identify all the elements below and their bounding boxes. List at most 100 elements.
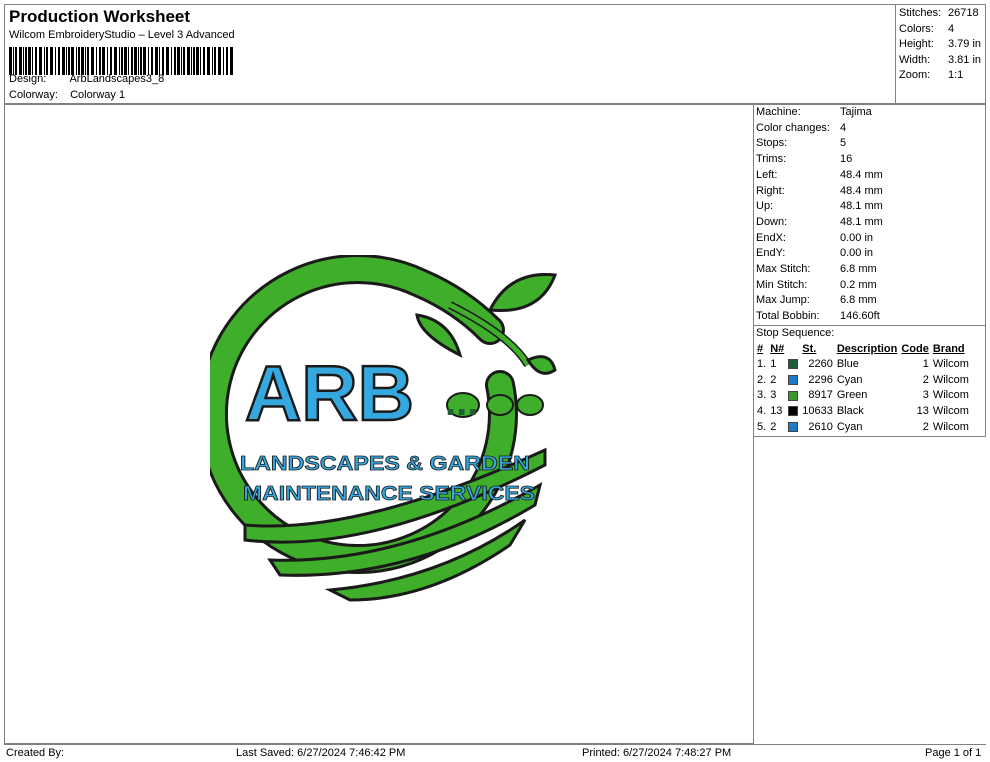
barcode-bar xyxy=(181,47,182,75)
needle-number: 1 xyxy=(770,357,777,370)
barcode-bar xyxy=(218,47,221,75)
barcode-bar xyxy=(151,47,153,75)
info-value: 4 xyxy=(840,121,847,134)
info-row-endx: EndX: 0.00 in xyxy=(756,231,873,247)
barcode-bar xyxy=(55,47,56,75)
divider xyxy=(754,325,985,326)
info-row-stops: Stops: 5 xyxy=(756,136,846,152)
color-description: Cyan xyxy=(836,421,863,434)
color-description: Green xyxy=(836,389,868,402)
tree-3 xyxy=(516,394,544,416)
barcode-bar xyxy=(91,47,94,75)
leaf-top xyxy=(487,272,558,313)
stop-sequence-table: # N# St. Description Code Brand 1. 1 2260 B… xyxy=(755,341,971,435)
barcode-bar xyxy=(32,47,33,75)
stitch-count: 10633 xyxy=(802,405,833,418)
barcode-bar xyxy=(177,47,180,75)
barcode-bar xyxy=(230,47,233,75)
barcode-bar xyxy=(110,47,112,75)
info-value: 0.2 mm xyxy=(840,278,877,291)
summary-value: 26718 xyxy=(948,7,979,19)
barcode-bar xyxy=(200,47,201,75)
barcode-bar xyxy=(174,47,176,75)
info-label: Right: xyxy=(756,184,785,197)
info-label: Down: xyxy=(756,215,788,228)
info-value: 6.8 mm xyxy=(840,294,877,307)
info-label: Stops: xyxy=(756,137,788,150)
barcode-bar xyxy=(50,47,53,75)
color-description: Black xyxy=(836,405,864,418)
leaf-left xyxy=(415,313,463,358)
summary-row-height: Height: 3.79 in xyxy=(899,37,984,53)
barcode-bar xyxy=(107,47,108,75)
barcode-bar xyxy=(46,47,48,75)
page-title: Production Worksheet xyxy=(9,7,191,26)
barcode-bar xyxy=(166,47,169,75)
info-row-machine: Machine: Tajima xyxy=(756,105,872,121)
needle-number: 13 xyxy=(770,405,783,418)
barcode-bar xyxy=(102,47,105,75)
summary-label: Stitches: xyxy=(899,7,942,19)
barcode-bar xyxy=(81,47,84,75)
barcode-bar xyxy=(96,47,97,75)
info-label: Max Jump: xyxy=(756,294,810,307)
barcode-bar xyxy=(223,47,224,75)
needle-number: 2 xyxy=(770,421,777,434)
info-value: 5 xyxy=(840,137,847,150)
info-label: Machine: xyxy=(756,106,801,118)
info-row-max-jump: Max Jump: 6.8 mm xyxy=(756,293,877,309)
info-label: EndX: xyxy=(756,231,786,244)
barcode-bar xyxy=(187,47,190,75)
machine-info-panel: Machine: Tajima Color changes: 4 Stops: 5 T… xyxy=(753,104,986,437)
summary-value: 4 xyxy=(948,22,955,35)
col-header-brand: Brand xyxy=(932,342,965,355)
info-row-color-changes: Color changes: 4 xyxy=(756,121,846,137)
color-swatch xyxy=(786,372,800,388)
color-swatch xyxy=(786,388,800,404)
info-row-right: Right: 48.4 mm xyxy=(756,184,883,200)
info-value: 0.00 in xyxy=(840,231,874,244)
col-header-index: # xyxy=(757,342,764,355)
barcode-bar xyxy=(87,47,89,75)
info-row-up: Up: 48.1 mm xyxy=(756,199,883,215)
barcode-bar xyxy=(19,47,22,75)
info-row-min-stitch: Min Stitch: 0.2 mm xyxy=(756,278,877,294)
barcode-bar xyxy=(226,47,228,75)
barcode-bar xyxy=(58,47,60,75)
barcode-bar xyxy=(23,47,24,75)
barcode-bar xyxy=(183,47,185,75)
color-code: 2 xyxy=(922,421,929,434)
swatch-icon xyxy=(788,422,799,433)
stop-sequence-label: Stop Sequence: xyxy=(756,327,835,339)
barcode-bar xyxy=(39,47,42,75)
thread-brand: Wilcom xyxy=(932,357,969,370)
summary-value: 3.79 in xyxy=(948,38,982,51)
logo-main-text: ARB xyxy=(245,349,414,437)
swatch-icon xyxy=(788,374,799,385)
summary-label: Width: xyxy=(899,53,931,66)
swatch-icon xyxy=(788,406,799,417)
barcode-image xyxy=(9,47,233,75)
barcode-bar xyxy=(71,47,74,75)
barcode-bar xyxy=(159,47,160,75)
swatch-icon xyxy=(788,390,799,401)
info-row-down: Down: 48.1 mm xyxy=(756,215,883,231)
color-swatch xyxy=(786,403,800,419)
barcode-bar xyxy=(140,47,142,75)
info-label: Max Stitch: xyxy=(756,263,811,275)
info-row-trims: Trims: 16 xyxy=(756,152,852,168)
color-description: Cyan xyxy=(836,373,863,386)
color-swatch xyxy=(786,356,800,372)
page-number: Page 1 of 1 xyxy=(925,747,982,759)
row-index: 3. xyxy=(757,389,767,402)
barcode-bar xyxy=(62,47,65,75)
stitch-count: 2610 xyxy=(808,421,833,434)
info-row-total-bobbin: Total Bobbin: 146.60ft xyxy=(756,309,880,325)
col-header-swatch xyxy=(786,341,800,356)
colorway-row: Colorway: Colorway 1 xyxy=(9,89,125,101)
info-value: 48.1 mm xyxy=(840,200,883,213)
barcode-bar xyxy=(15,47,17,75)
info-label: Total Bobbin: xyxy=(756,310,820,323)
row-index: 4. xyxy=(757,405,767,418)
design-preview-area: ARB ... LANDSCAPES & GARDEN MAINTENANCE … xyxy=(4,104,754,744)
